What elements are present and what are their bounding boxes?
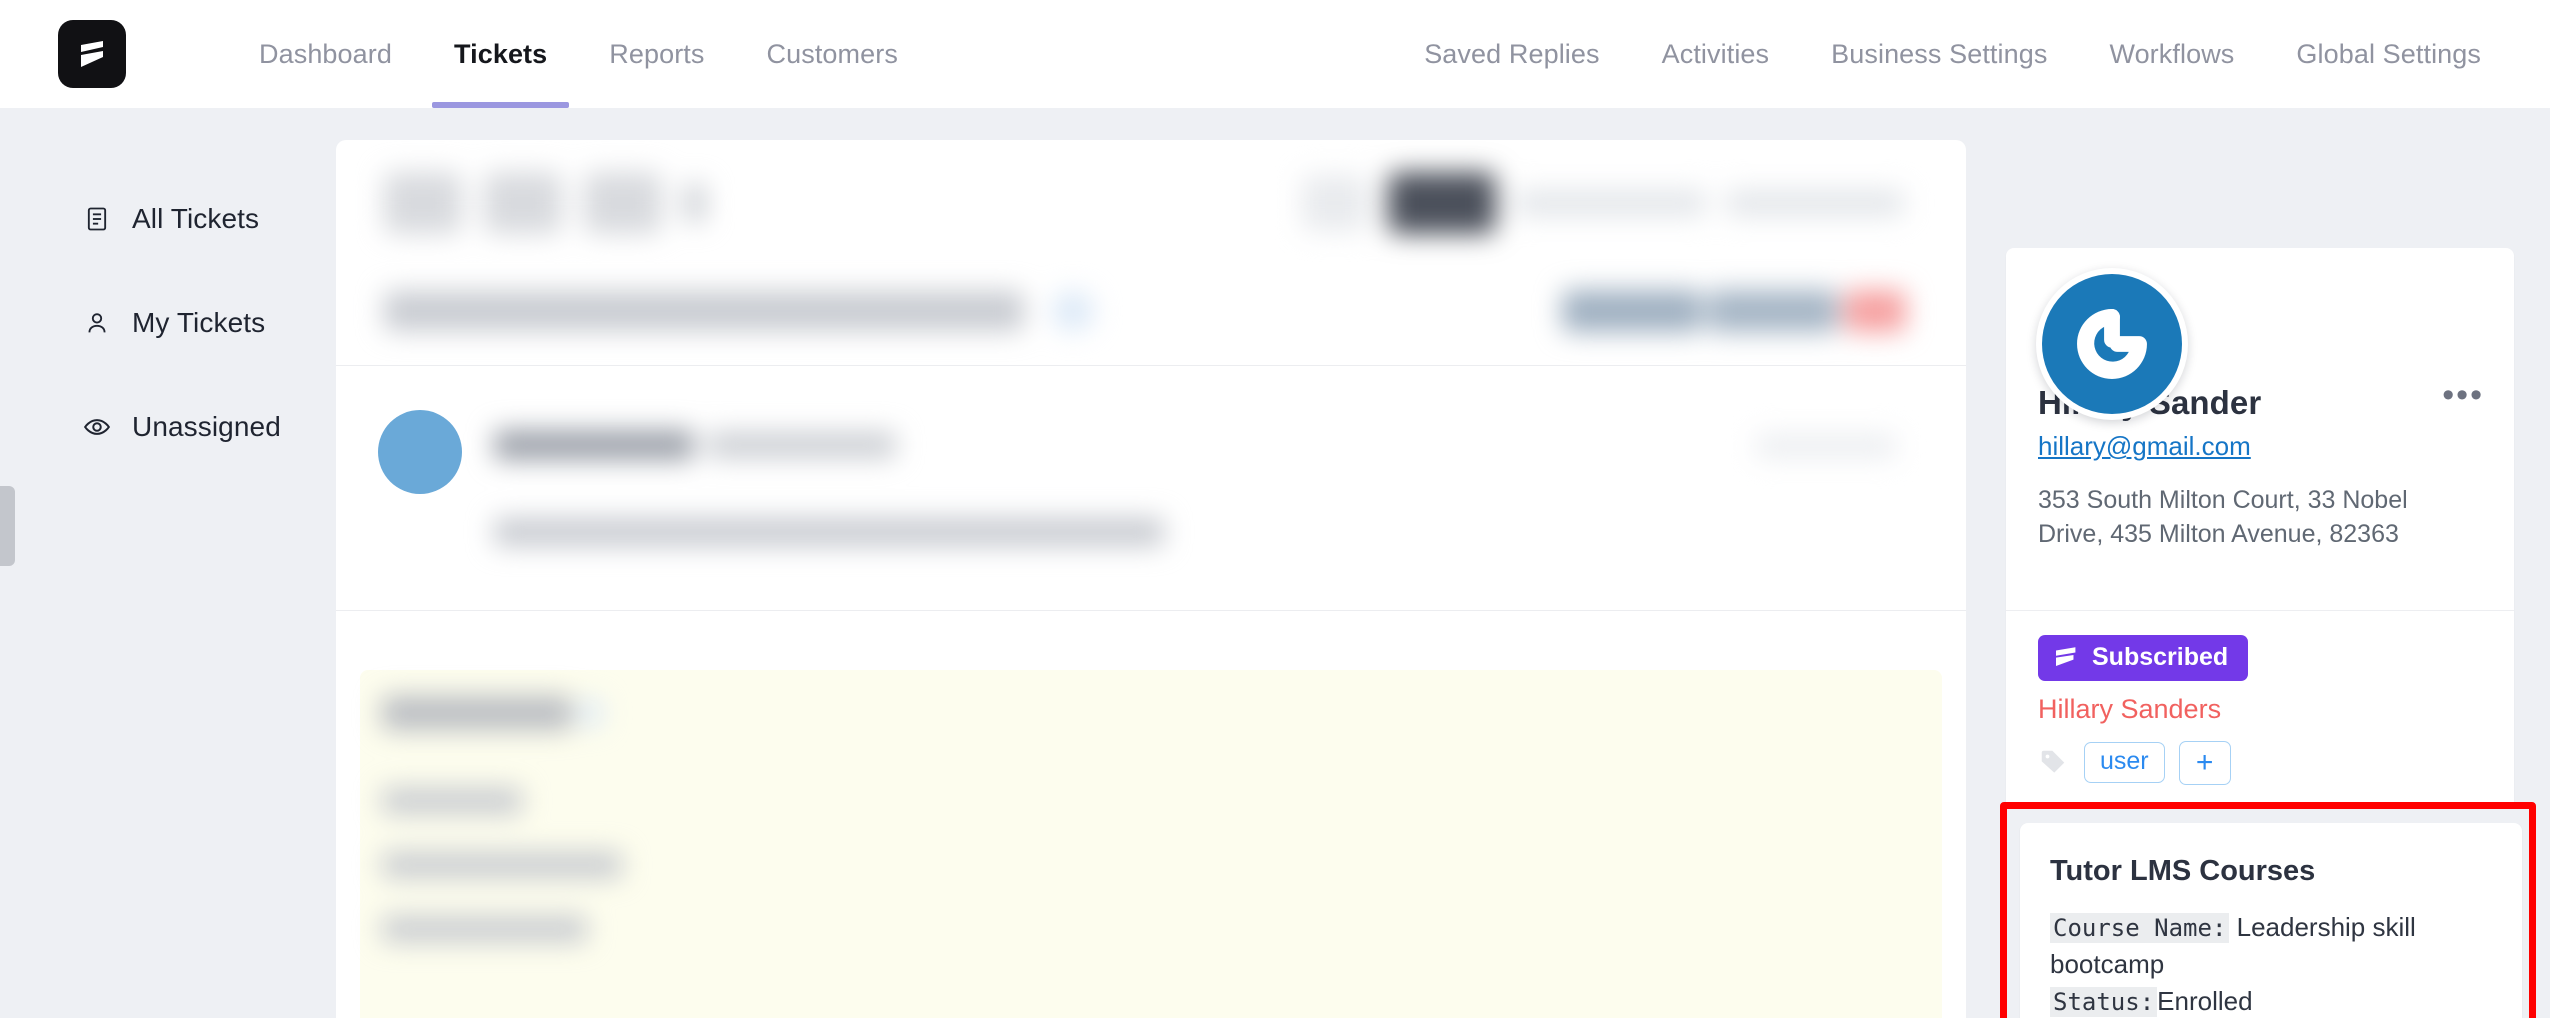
left-sidebar: All Tickets My Tickets Unassigned bbox=[0, 108, 335, 1018]
nav-item-business-settings[interactable]: Business Settings bbox=[1800, 0, 2078, 108]
nav-item-reports[interactable]: Reports bbox=[578, 0, 735, 108]
status-badge: Subscribed bbox=[2038, 634, 2249, 681]
additional-data-section bbox=[360, 670, 1942, 1018]
lms-fields: Course Name: Leadership skill bootcamp S… bbox=[2050, 909, 2492, 1018]
sidebar-scroll-handle[interactable] bbox=[0, 486, 15, 566]
conversation-message bbox=[336, 390, 1966, 595]
ticket-subject-row bbox=[384, 290, 1906, 332]
ticket-subject-badge bbox=[1052, 291, 1094, 331]
brand-logo[interactable] bbox=[58, 20, 126, 88]
fluent-mark-icon bbox=[2054, 646, 2080, 668]
profile-more-menu-icon[interactable]: ••• bbox=[2442, 378, 2484, 412]
document-list-icon bbox=[82, 204, 112, 234]
lms-field-value: Enrolled bbox=[2157, 985, 2253, 1016]
message-body bbox=[494, 518, 1164, 546]
nav-item-tickets[interactable]: Tickets bbox=[423, 0, 578, 108]
app-root: Dashboard Tickets Reports Customers Save… bbox=[0, 0, 2550, 1018]
eye-icon bbox=[82, 412, 112, 442]
lms-field-course-name: Course Name: Leadership skill bootcamp bbox=[2050, 909, 2492, 983]
add-tag-button[interactable]: + bbox=[2178, 740, 2231, 785]
user-icon bbox=[82, 308, 112, 338]
top-navigation-bar: Dashboard Tickets Reports Customers Save… bbox=[0, 0, 2550, 108]
subscriber-name: Hillary Sanders bbox=[2038, 693, 2222, 724]
customer-email-link[interactable]: hillary@gmail.com bbox=[2038, 431, 2251, 462]
primary-nav: Dashboard Tickets Reports Customers bbox=[228, 0, 929, 108]
message-author bbox=[494, 430, 694, 460]
sidebar-item-my-tickets[interactable]: My Tickets bbox=[0, 294, 335, 352]
additional-data-row bbox=[382, 852, 622, 878]
nav-item-workflows[interactable]: Workflows bbox=[2078, 0, 2265, 108]
nav-item-customers[interactable]: Customers bbox=[736, 0, 929, 108]
ticket-toolbar-right[interactable] bbox=[1302, 172, 1904, 234]
fluent-support-logo-icon bbox=[58, 20, 126, 88]
toolbar-button[interactable] bbox=[584, 172, 662, 234]
subscription-badge-label: Subscribed bbox=[2092, 642, 2229, 671]
subscription-section: Subscribed Hillary Sanders user + bbox=[2006, 611, 2514, 819]
ticket-toolbar-left[interactable] bbox=[384, 172, 706, 234]
toolbar-button[interactable] bbox=[384, 172, 462, 234]
priority-badge bbox=[1844, 290, 1906, 332]
sidebar-item-label: Unassigned bbox=[132, 411, 281, 442]
ticket-subject bbox=[384, 291, 1024, 331]
toolbar-meta-text bbox=[1726, 190, 1904, 216]
nav-item-saved-replies[interactable]: Saved Replies bbox=[1393, 0, 1630, 108]
secondary-nav: Saved Replies Activities Business Settin… bbox=[1393, 0, 2512, 108]
toolbar-button[interactable] bbox=[684, 183, 706, 223]
avatar bbox=[2036, 268, 2188, 420]
toolbar-chip[interactable] bbox=[1302, 175, 1368, 231]
lms-highlight-box: Tutor LMS Courses Course Name: Leadershi… bbox=[2000, 802, 2536, 1018]
tag-icon bbox=[2038, 747, 2070, 779]
sidebar-item-unassigned[interactable]: Unassigned bbox=[0, 398, 335, 456]
additional-data-row bbox=[382, 788, 522, 814]
nav-item-activities[interactable]: Activities bbox=[1631, 0, 1801, 108]
nav-item-dashboard[interactable]: Dashboard bbox=[228, 0, 423, 108]
additional-data-badge bbox=[580, 700, 602, 726]
sidebar-item-label: All Tickets bbox=[132, 203, 260, 234]
gravatar-logo-icon bbox=[2042, 274, 2182, 414]
additional-data-title bbox=[382, 696, 572, 730]
status-badge bbox=[1562, 290, 1702, 332]
lms-card-title: Tutor LMS Courses bbox=[2050, 855, 2316, 887]
panel-divider bbox=[336, 610, 1966, 611]
sidebar-item-all-tickets[interactable]: All Tickets bbox=[0, 190, 335, 248]
toolbar-meta-text bbox=[1516, 190, 1706, 216]
nav-item-global-settings[interactable]: Global Settings bbox=[2265, 0, 2512, 108]
lms-field-key: Course Name: bbox=[2050, 913, 2230, 943]
message-action-text bbox=[708, 432, 896, 458]
tag-row: user + bbox=[2038, 740, 2482, 785]
customer-profile-card: ••• Hillary Sander hillary@gmail.com 353… bbox=[2006, 248, 2514, 819]
status-badge bbox=[1708, 290, 1838, 332]
tutor-lms-courses-card: Tutor LMS Courses Course Name: Leadershi… bbox=[2020, 823, 2522, 1018]
toolbar-chip-active[interactable] bbox=[1388, 172, 1496, 234]
additional-data-row bbox=[382, 916, 587, 942]
sidebar-item-label: My Tickets bbox=[132, 307, 266, 338]
ticket-detail-panel bbox=[336, 140, 1966, 1018]
customer-sidebar: ••• Hillary Sander hillary@gmail.com 353… bbox=[2000, 108, 2550, 1018]
ticket-status-badges bbox=[1562, 290, 1906, 332]
customer-address: 353 South Milton Court, 33 Nobel Drive, … bbox=[2038, 486, 2408, 548]
lms-field-status: Status: Enrolled bbox=[2050, 983, 2492, 1018]
tag-chip-user[interactable]: user bbox=[2084, 742, 2165, 783]
message-timestamp bbox=[1756, 434, 1896, 458]
message-avatar bbox=[378, 410, 462, 494]
panel-divider bbox=[336, 365, 1966, 366]
toolbar-button[interactable] bbox=[484, 172, 562, 234]
lms-field-key: Status: bbox=[2050, 986, 2158, 1017]
